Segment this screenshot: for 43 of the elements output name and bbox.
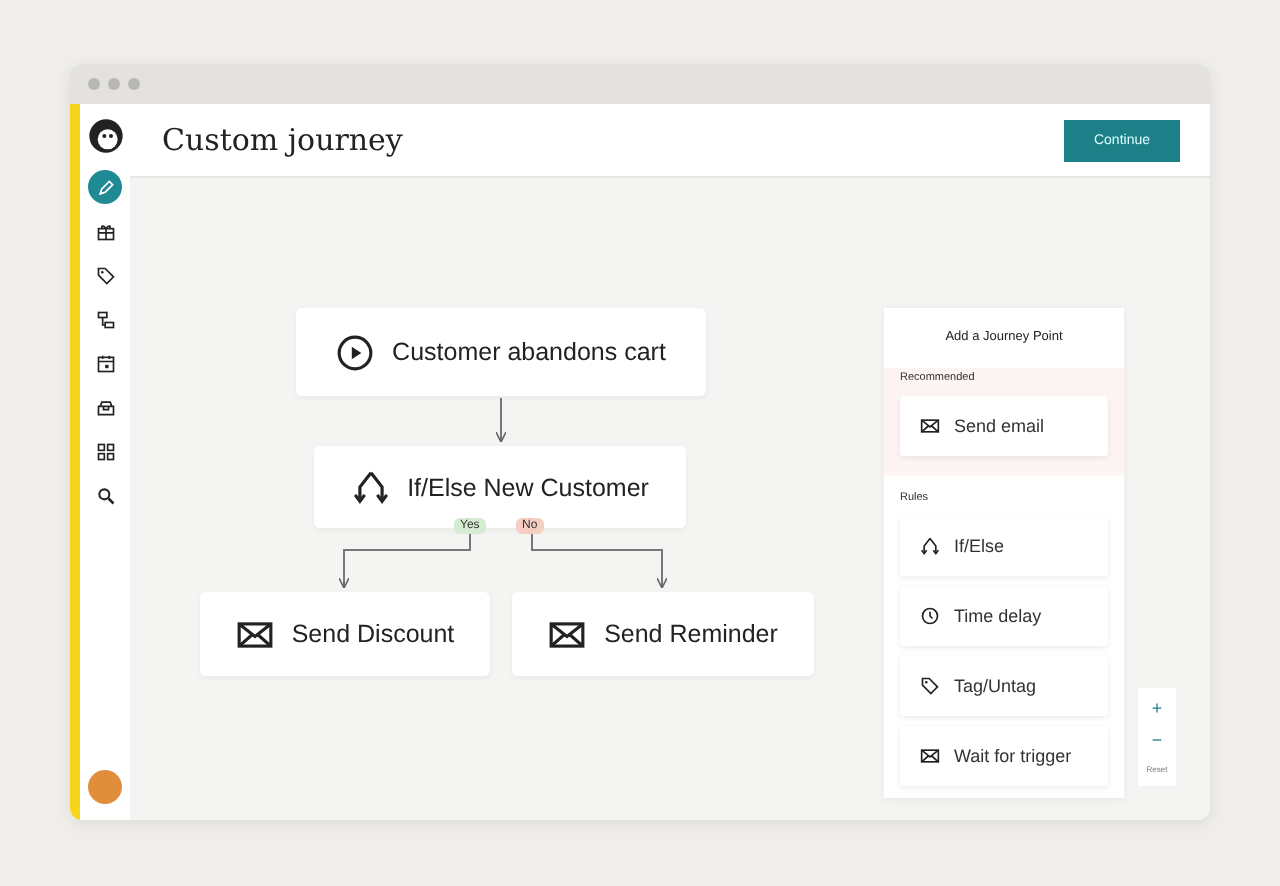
journey-node[interactable]: Customer abandons cart [296, 308, 706, 396]
tag-icon [920, 676, 940, 696]
logo-icon[interactable] [85, 116, 125, 156]
storefront-icon [95, 397, 115, 417]
flow-icon [95, 309, 115, 329]
item-label: Tag/Untag [954, 676, 1037, 696]
search-icon [95, 485, 115, 505]
item-label: Time delay [954, 606, 1042, 626]
clock-icon [920, 606, 940, 626]
node-label: Customer abandons cart [392, 338, 666, 366]
connector-arrow [338, 533, 471, 589]
page-title: Custom journey [162, 122, 403, 158]
item-label: If/Else [954, 536, 1005, 556]
window-control-dot[interactable] [128, 78, 140, 90]
connector-arrow [531, 533, 668, 589]
window-control-dot[interactable] [88, 78, 100, 90]
envelope-icon [920, 416, 940, 436]
tag-icon [95, 265, 115, 285]
journey-point-item[interactable]: Send email [900, 396, 1108, 456]
split-arrows-icon [920, 536, 940, 556]
item-label: Send email [954, 416, 1045, 436]
grid-icon [95, 441, 115, 461]
calendar-icon [95, 353, 115, 373]
item-label: Wait for trigger [954, 746, 1072, 766]
play-icon [336, 333, 375, 371]
zoom-in-button[interactable]: + [1151, 699, 1163, 718]
avatar[interactable] [88, 770, 122, 804]
envelope-icon [920, 746, 940, 766]
journey-node[interactable]: Send Discount [200, 592, 490, 676]
node-label: If/Else New Customer [407, 473, 649, 501]
gift-icon [95, 221, 115, 241]
window-control-dot[interactable] [108, 78, 120, 90]
journey-node[interactable]: Send Reminder [512, 592, 814, 676]
journey-point-item[interactable]: If/Else [900, 516, 1108, 576]
zoom-out-button[interactable]: − [1151, 732, 1163, 751]
journey-point-item[interactable]: Wait for trigger [900, 726, 1108, 786]
journey-point-item[interactable]: Tag/Untag [900, 656, 1108, 716]
connector-arrow [495, 397, 507, 443]
node-label: Send Discount [291, 620, 455, 648]
journey-point-item[interactable]: Time delay [900, 586, 1108, 646]
split-arrows-icon [351, 468, 390, 506]
node-label: Send Reminder [604, 620, 778, 648]
pencil-icon [95, 177, 115, 197]
